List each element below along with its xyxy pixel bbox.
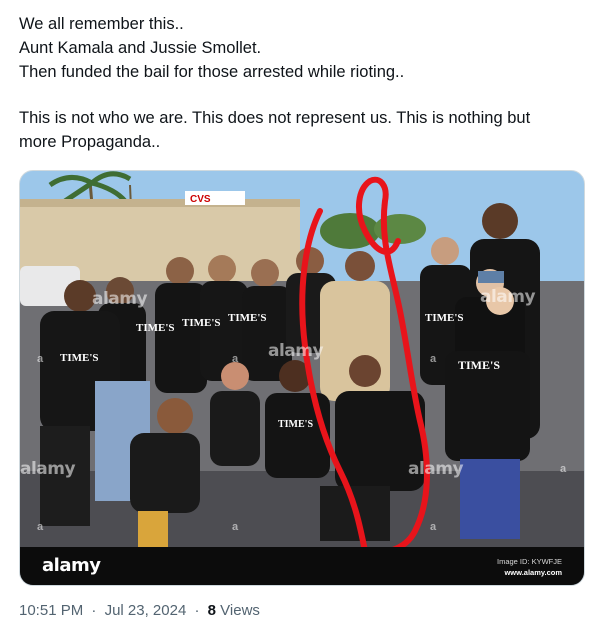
post-text-line: This is not who we are. This does not re…: [19, 109, 531, 127]
views-label: Views: [220, 602, 260, 619]
shirt-text: TIME'S: [182, 317, 221, 329]
watermark-letter: a: [37, 521, 44, 533]
views-count: 8: [207, 602, 216, 619]
store-sign-text: CVS: [190, 194, 211, 205]
alamy-logo: alamy: [42, 555, 101, 576]
image-site: www.alamy.com: [504, 568, 562, 577]
watermark-logo: alamy: [268, 341, 324, 361]
watermark-logo: alamy: [20, 459, 76, 479]
stock-photo-footer: alamy Image ID: KYWFJE www.alamy.com: [20, 547, 584, 585]
post: We all remember this.. Aunt Kamala and J…: [0, 0, 612, 630]
watermark-logo: alamy: [408, 459, 464, 479]
post-meta: 10:51 PM · Jul 23, 2024 · 8 Views: [19, 602, 260, 619]
watermark-letter: a: [37, 353, 44, 365]
watermark-letter: a: [560, 463, 567, 475]
watermark-logo: alamy: [480, 287, 536, 307]
shirt-text: TIME'S: [60, 352, 99, 364]
watermark-letter: a: [232, 353, 239, 365]
meta-separator: ·: [194, 602, 200, 619]
watermark-letter: a: [232, 521, 239, 533]
shirt-text: TIME'S: [136, 322, 175, 334]
post-image[interactable]: CVS TIME'S TIME'S TIME'S TIME'S TIME'S T…: [19, 170, 585, 586]
shirt-text: TIME'S: [458, 358, 500, 372]
post-text: We all remember this.. Aunt Kamala and J…: [19, 12, 589, 154]
shirt-text: TIME'S: [228, 312, 267, 324]
watermark-letter: a: [430, 521, 437, 533]
shirt-text: TIME'S: [278, 419, 313, 430]
photo-illustration: CVS TIME'S TIME'S TIME'S TIME'S TIME'S T…: [20, 171, 584, 585]
post-date[interactable]: Jul 23, 2024: [105, 602, 187, 619]
post-text-line: We all remember this..: [19, 15, 184, 33]
watermark-letter: a: [430, 353, 437, 365]
post-text-line: Then funded the bail for those arrested …: [19, 63, 405, 81]
meta-separator: ·: [91, 602, 97, 619]
watermark-logo: alamy: [92, 289, 148, 309]
shirt-text: TIME'S: [425, 312, 464, 324]
post-text-line: more Propaganda..: [19, 133, 161, 151]
post-time[interactable]: 10:51 PM: [19, 602, 83, 619]
post-text-line: Aunt Kamala and Jussie Smollet.: [19, 39, 262, 57]
building-roofline: [20, 199, 300, 207]
image-id: Image ID: KYWFJE: [496, 557, 562, 566]
